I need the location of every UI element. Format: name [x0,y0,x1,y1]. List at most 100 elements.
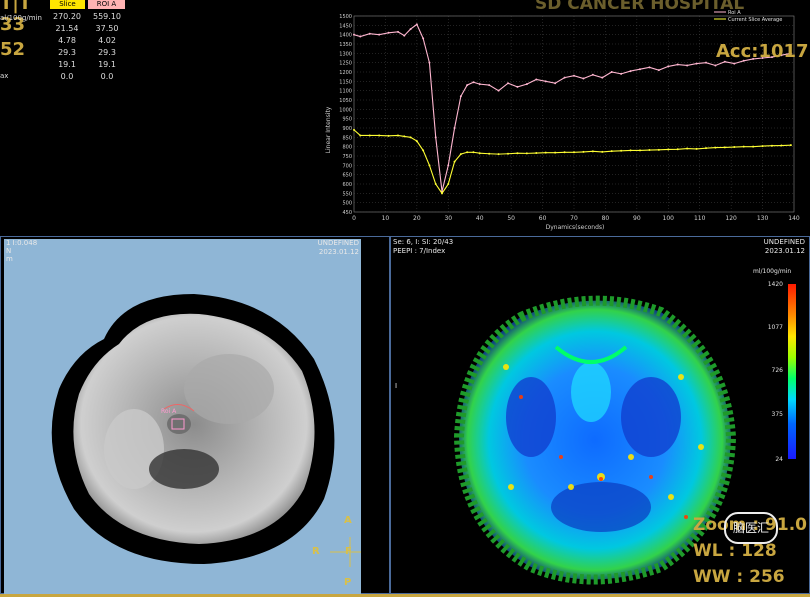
series-point-1 [422,149,425,152]
series-point-1 [472,151,475,154]
series-point-0 [422,37,425,40]
series-point-0 [466,84,469,87]
y-tick-label: 850 [342,135,352,141]
series-point-1 [441,192,443,195]
series-point-1 [516,152,519,155]
series-point-1 [478,152,481,155]
x-tick-label: 110 [694,215,706,222]
series-point-0 [459,95,462,98]
x-tick-label: 10 [382,215,390,222]
series-point-0 [667,65,670,68]
series-point-1 [723,146,726,149]
series-point-1 [648,149,651,152]
mri-image-left[interactable]: 1 I:0.048 N m UNDEFINED 2023.01.12 Roi A… [4,239,361,594]
left-info-line-1: 1 I:0.048 [6,239,38,247]
series-point-0 [409,28,412,31]
stats-cell: 29.3 [58,48,76,57]
series-point-0 [601,76,604,79]
y-tick-label: 1250 [339,61,352,67]
series-point-0 [397,30,399,33]
series-point-1 [415,140,418,143]
series-point-1 [387,134,390,137]
x-tick-label: 50 [507,215,515,222]
y-tick-label: 500 [342,201,352,207]
right-image-viewport[interactable]: Se: 6, I: SI: 20/43 PEEPI : 7/Index UNDE… [390,236,810,594]
x-axis-label: Dynamics(seconds) [546,224,605,231]
y-tick-label: 1450 [339,23,352,29]
series-point-0 [657,69,660,72]
x-tick-label: 80 [602,215,610,222]
stats-cell: 4.02 [98,36,116,45]
series-point-0 [676,63,679,66]
right-info-date: 2023.01.12 [764,247,805,255]
x-tick-label: 30 [444,215,452,222]
y-tick-label: 950 [342,117,352,123]
watermark-logo: 脑医汇 [724,512,778,544]
series-point-1 [733,146,736,149]
y-tick-label: 1000 [339,107,352,113]
series-point-0 [582,77,585,80]
series-point-1 [544,151,547,154]
colorbar-label: 24 [775,456,783,463]
series-point-1 [403,135,406,138]
series-point-1 [434,183,437,185]
series-point-1 [789,144,792,147]
series-point-0 [525,83,528,86]
stats-cell: 19.1 [58,60,76,69]
series-point-1 [639,149,641,152]
series-point-0 [428,61,431,64]
y-tick-label: 1150 [339,79,352,85]
y-tick-label: 1100 [339,89,352,95]
slice-marker: I [395,382,398,390]
series-point-1 [742,145,745,148]
series-point-0 [453,127,456,129]
series-point-0 [610,71,613,73]
left-image-viewport[interactable]: 1 I:0.048 N m UNDEFINED 2023.01.12 Roi A… [0,236,390,594]
series-point-0 [620,72,623,75]
series-point-1 [466,151,469,154]
orientation-anterior: A [344,515,352,526]
series-point-1 [761,145,764,148]
stats-header-slice: Slice [50,0,85,9]
stats-cell: 0.0 [60,72,74,81]
y-tick-label: 550 [342,191,352,197]
colorbar-label: 1077 [767,324,783,331]
series-point-0 [387,31,390,34]
series-point-0 [353,33,355,36]
series-point-0 [434,136,437,139]
series-point-1 [780,144,783,147]
left-info-line-2: N [6,247,12,255]
x-tick-label: 100 [663,215,675,222]
series-point-1 [563,151,566,154]
roi-label: Roi A [161,408,177,415]
series-point-0 [629,70,632,73]
series-point-0 [368,32,371,35]
series-point-0 [714,64,717,67]
statistics-panel: T|T 33 52 Slice ROI A al/100g/min ax 270… [0,0,330,90]
legend-label: Roi A [728,10,741,16]
series-point-0 [591,73,594,76]
series-point-0 [733,62,736,65]
x-tick-label: 90 [633,215,641,222]
series-point-0 [573,74,575,77]
y-tick-label: 1500 [339,14,352,20]
series-point-1 [771,144,773,147]
x-tick-label: 70 [570,215,578,222]
x-tick-label: 120 [725,215,737,222]
series-point-0 [378,33,381,36]
series-point-1 [657,148,660,151]
x-tick-label: 0 [352,215,356,222]
stats-row-label: al/100g/min [0,14,42,22]
series-point-0 [488,84,491,87]
series-point-1 [397,134,399,137]
series-point-1 [591,150,594,153]
y-tick-label: 1400 [339,33,352,39]
stats-big-label-1: T|T [0,0,32,14]
stats-cell: 29.3 [98,48,116,57]
y-tick-label: 750 [342,154,352,160]
y-axis-label: Linear Intensity [325,106,332,153]
y-tick-label: 450 [342,210,352,216]
series-point-0 [447,164,450,167]
series-point-1 [368,134,371,137]
series-point-1 [428,164,431,167]
